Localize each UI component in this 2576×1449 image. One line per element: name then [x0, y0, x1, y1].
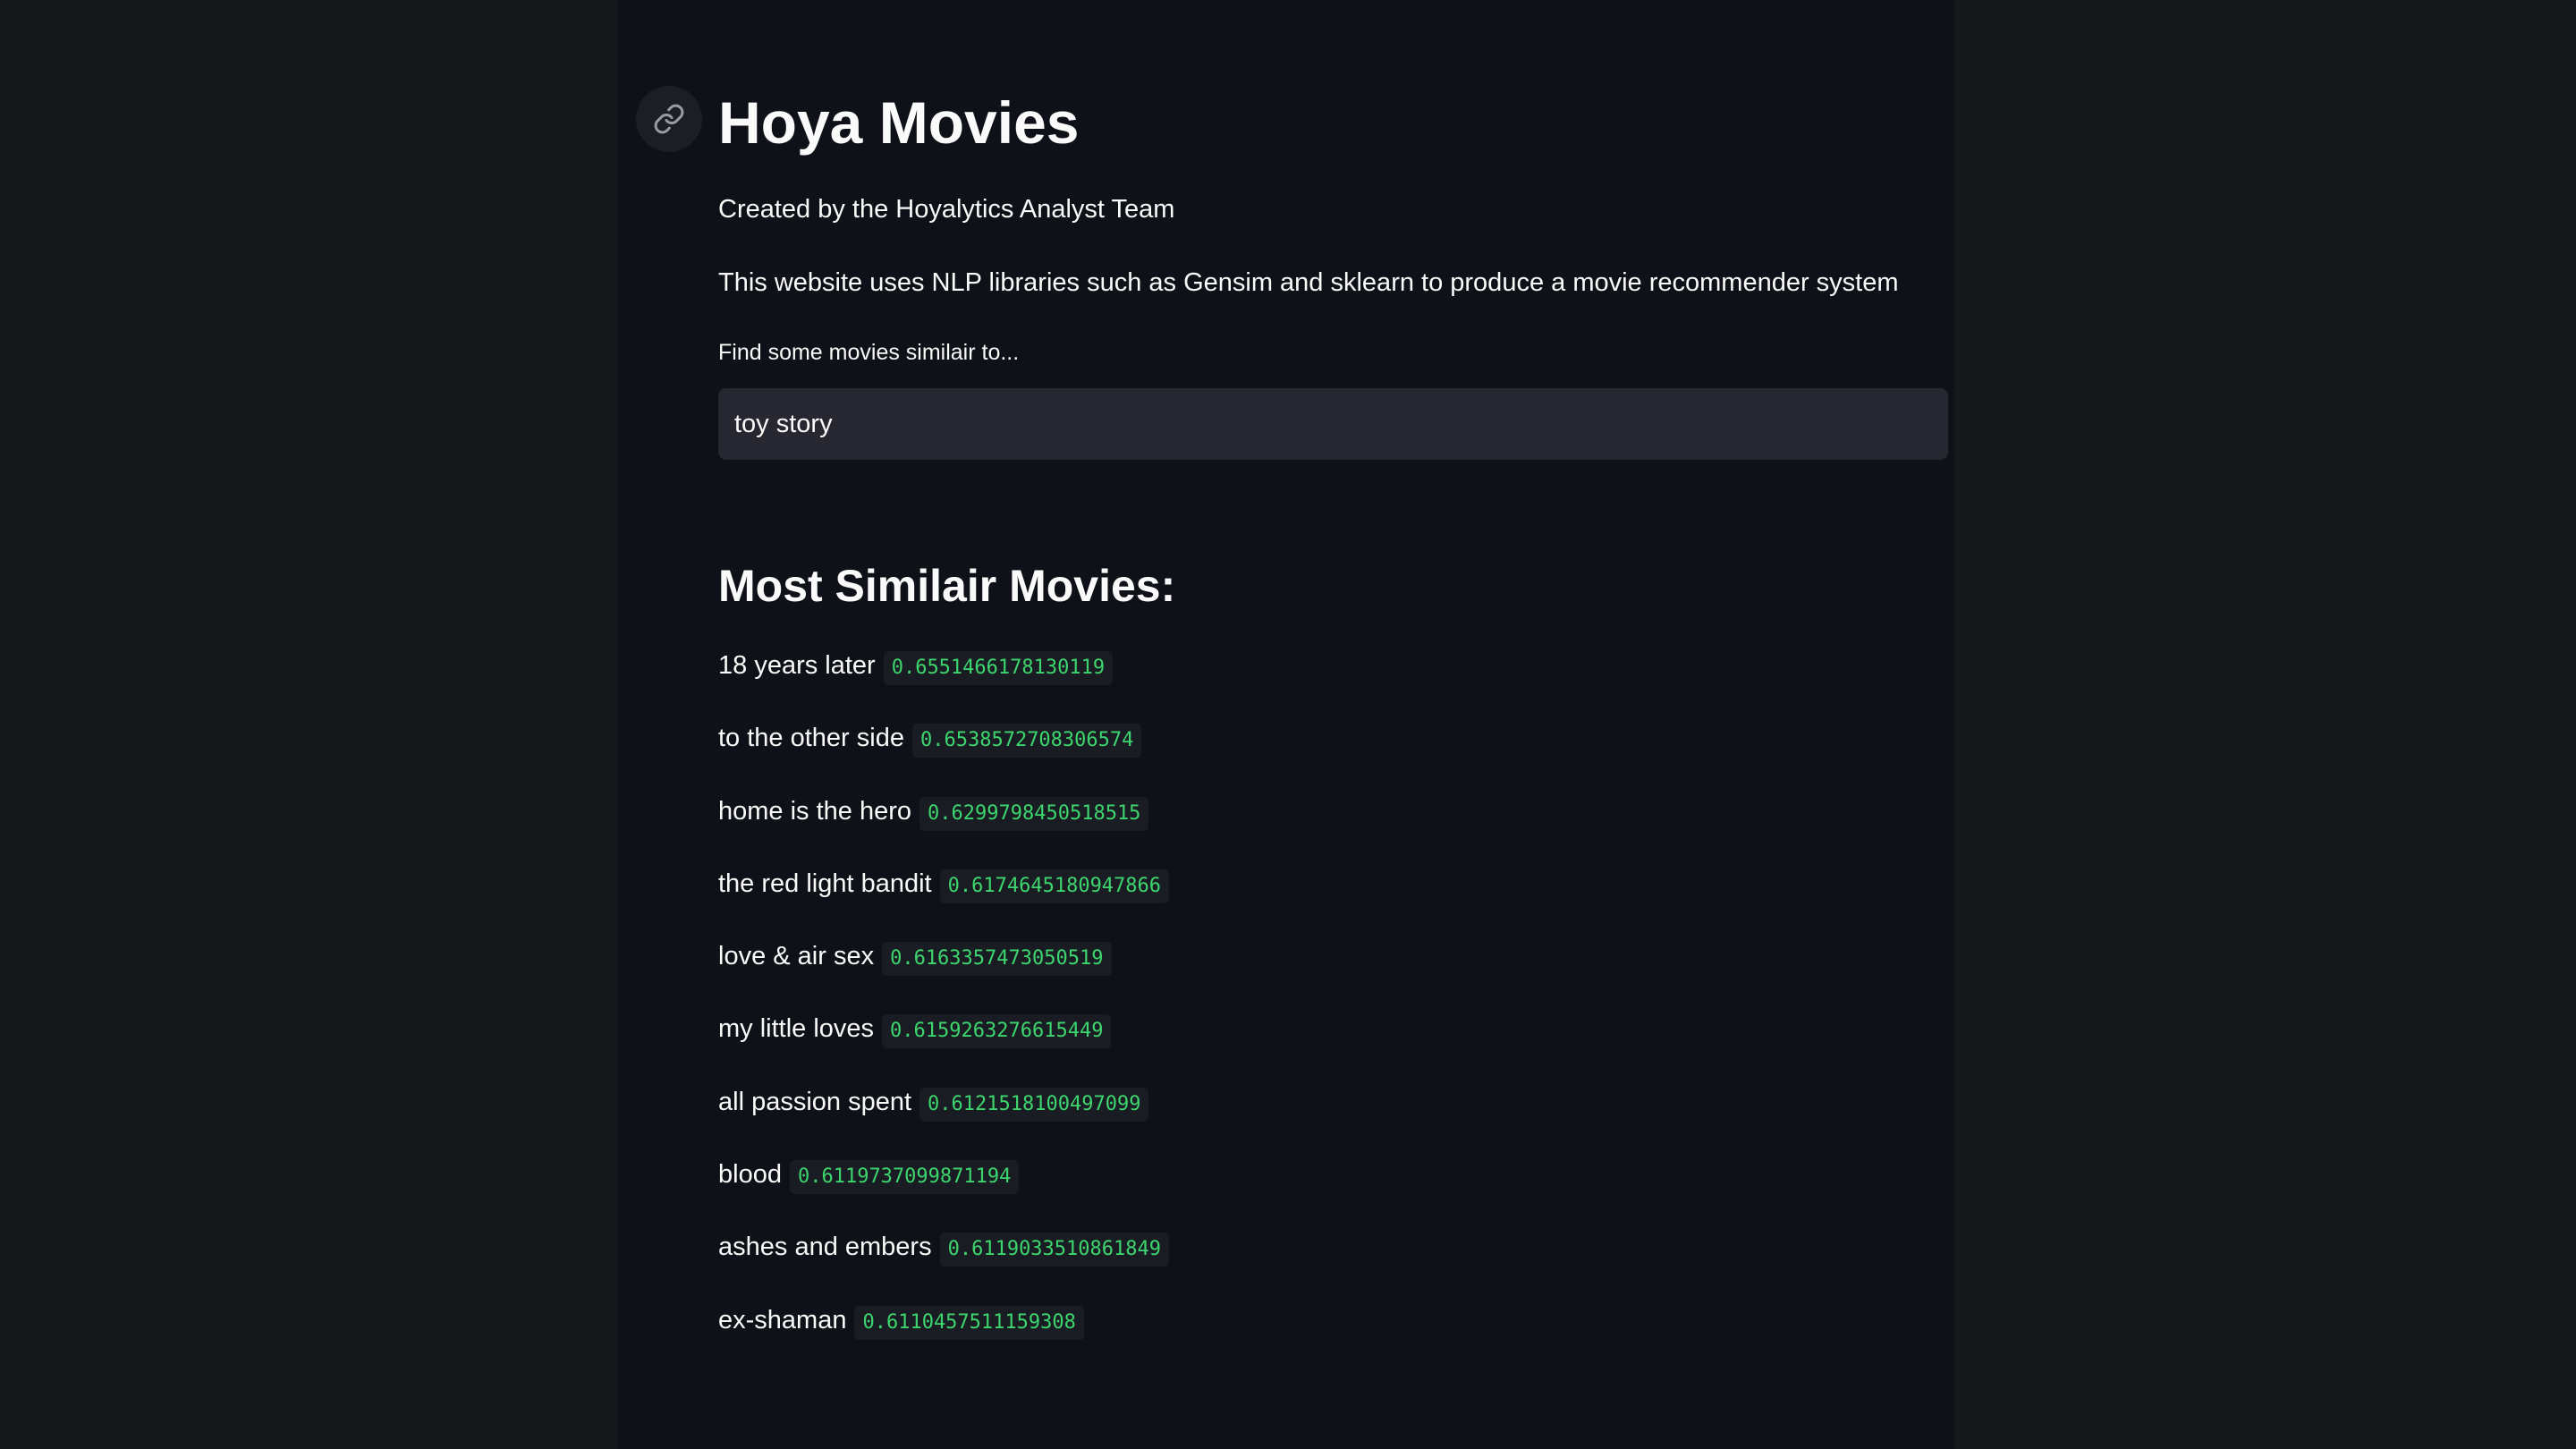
result-title: ex-shaman: [718, 1305, 847, 1335]
results-heading: Most Similair Movies:: [718, 561, 1176, 611]
result-item: love & air sex 0.6163357473050519: [718, 938, 1169, 1011]
search-input-container: [718, 388, 1948, 460]
similarity-score: 0.6159263276615449: [882, 1014, 1112, 1049]
search-input[interactable]: [718, 388, 1948, 460]
search-label: Find some movies similair to...: [718, 340, 1020, 365]
result-item: the red light bandit 0.6174645180947866: [718, 866, 1170, 938]
result-title: 18 years later: [718, 651, 876, 680]
result-title: blood: [718, 1160, 782, 1190]
result-title: to the other side: [718, 724, 904, 753]
main-content-area: Hoya Movies Created by the Hoyalytics An…: [617, 0, 1954, 1449]
result-title: love & air sex: [718, 942, 875, 971]
similarity-score: 0.6538572708306574: [911, 724, 1142, 758]
right-background: [1954, 0, 2576, 1449]
subtitle-text: Created by the Hoyalytics Analyst Team: [718, 195, 1175, 224]
result-item: ashes and embers 0.6119033510861849: [718, 1229, 1170, 1301]
similarity-score: 0.6110457511159308: [854, 1305, 1084, 1340]
result-title: my little loves: [718, 1014, 875, 1044]
result-title: all passion spent: [718, 1087, 912, 1116]
similarity-score: 0.6119737099871194: [789, 1160, 1020, 1195]
similarity-score: 0.6163357473050519: [882, 942, 1112, 977]
result-item: my little loves 0.6159263276615449: [718, 1011, 1169, 1083]
result-item: home is the hero 0.6299798450518515: [718, 793, 1169, 866]
similarity-score: 0.6551466178130119: [883, 651, 1114, 685]
result-item: ex-shaman 0.6110457511159308: [718, 1302, 1169, 1375]
result-title: ashes and embers: [718, 1233, 932, 1262]
header-anchor-link[interactable]: [636, 86, 702, 152]
result-title: the red light bandit: [718, 869, 932, 898]
similarity-score: 0.6299798450518515: [919, 796, 1149, 831]
similarity-score: 0.6174645180947866: [939, 869, 1170, 903]
result-item: to the other side 0.6538572708306574: [718, 720, 1169, 792]
result-title: home is the hero: [718, 796, 912, 826]
result-item: 18 years later 0.6551466178130119: [718, 648, 1169, 720]
result-item: blood 0.6119737099871194: [718, 1157, 1169, 1229]
description-text: This website uses NLP libraries such as …: [718, 268, 1899, 297]
page: Hoya Movies Created by the Hoyalytics An…: [0, 0, 2576, 1449]
page-title: Hoya Movies: [718, 89, 1080, 156]
results-list: 18 years later 0.6551466178130119 to the o…: [718, 648, 1170, 1375]
similarity-score: 0.6119033510861849: [939, 1233, 1170, 1267]
similarity-score: 0.6121518100497099: [919, 1087, 1149, 1122]
left-background: [0, 0, 617, 1449]
link-icon: [654, 104, 684, 134]
result-item: all passion spent 0.6121518100497099: [718, 1084, 1169, 1157]
